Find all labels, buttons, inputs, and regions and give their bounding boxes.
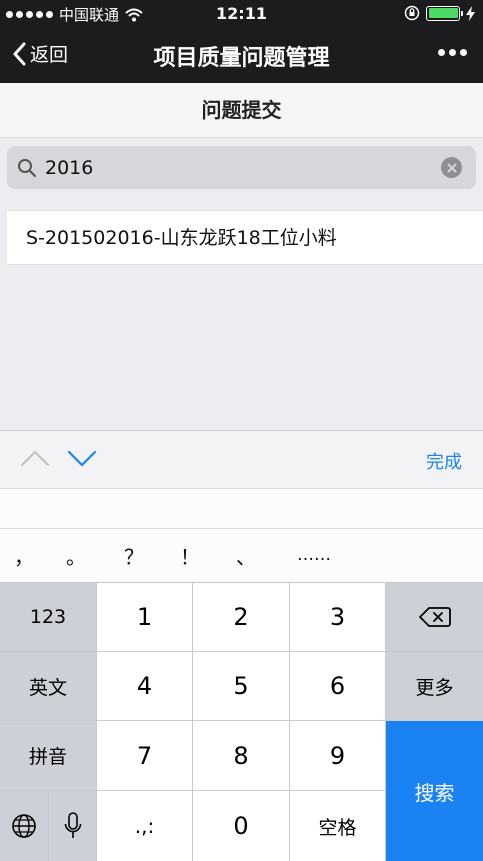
key-english[interactable]: 英文 [0,652,96,720]
section-title: 问题提交 [0,83,483,138]
punct-exclamation-key[interactable]: ！ [180,541,200,570]
key-123[interactable]: 123 [0,583,96,651]
previous-field-icon[interactable] [20,448,50,468]
charging-icon [466,5,475,21]
done-button[interactable]: 完成 [426,448,462,474]
back-label: 返回 [30,44,69,66]
key-8[interactable]: 8 [193,721,289,790]
space-key[interactable]: 空格 [290,791,385,861]
key-7[interactable]: 7 [97,721,192,790]
clear-search-button[interactable] [441,157,462,178]
more-button[interactable] [436,43,469,62]
chevron-left-icon [13,42,26,65]
rotation-lock-icon [404,5,420,21]
candidate-bar [0,488,483,528]
microphone-key[interactable] [49,791,96,861]
key-3[interactable]: 3 [290,583,385,651]
navigation-bar: 返回 项目质量问题管理 [0,27,483,83]
numeric-keyboard: 123 1 2 3 英文 4 5 6 更多 拼音 7 8 9 搜索 .,: 0 … [0,582,483,861]
back-button[interactable]: 返回 [12,40,68,67]
close-icon [447,163,456,172]
key-9[interactable]: 9 [290,721,385,790]
key-5[interactable]: 5 [193,652,289,720]
key-punctuation[interactable]: .,: [97,791,192,861]
more-dot-icon [449,49,456,56]
search-input[interactable] [45,156,425,179]
punct-ellipsis-key[interactable]: …… [297,545,331,565]
search-key[interactable]: 搜索 [386,721,483,861]
globe-key[interactable] [0,791,48,861]
punct-question-key[interactable]: ？ [124,541,144,570]
punct-comma-key[interactable]: ， [14,541,34,570]
punct-period-key[interactable]: 。 [66,541,86,570]
more-dot-icon [460,49,467,56]
keyboard-accessory-bar: 完成 [0,430,483,488]
status-right [404,5,475,21]
globe-icon [12,814,36,838]
punct-enumeration-key[interactable]: 、 [236,541,256,570]
backspace-key[interactable] [386,583,483,651]
search-result-item[interactable]: S-201502016-山东龙跃18工位小料 [7,210,483,265]
key-more[interactable]: 更多 [386,652,483,720]
backspace-icon [418,607,451,627]
key-4[interactable]: 4 [97,652,192,720]
key-0[interactable]: 0 [193,791,289,861]
microphone-icon [64,812,81,838]
key-1[interactable]: 1 [97,583,192,651]
key-6[interactable]: 6 [290,652,385,720]
search-bar [7,146,476,189]
search-icon [18,158,37,177]
battery-icon [426,5,463,21]
next-field-icon[interactable] [67,448,97,468]
page-title: 项目质量问题管理 [153,46,330,71]
more-dot-icon [438,49,445,56]
key-pinyin[interactable]: 拼音 [0,721,96,790]
status-bar: 中国联通 12:11 [0,0,483,27]
key-2[interactable]: 2 [193,583,289,651]
punctuation-row: ， 。 ？ ！ 、 …… [0,528,483,582]
